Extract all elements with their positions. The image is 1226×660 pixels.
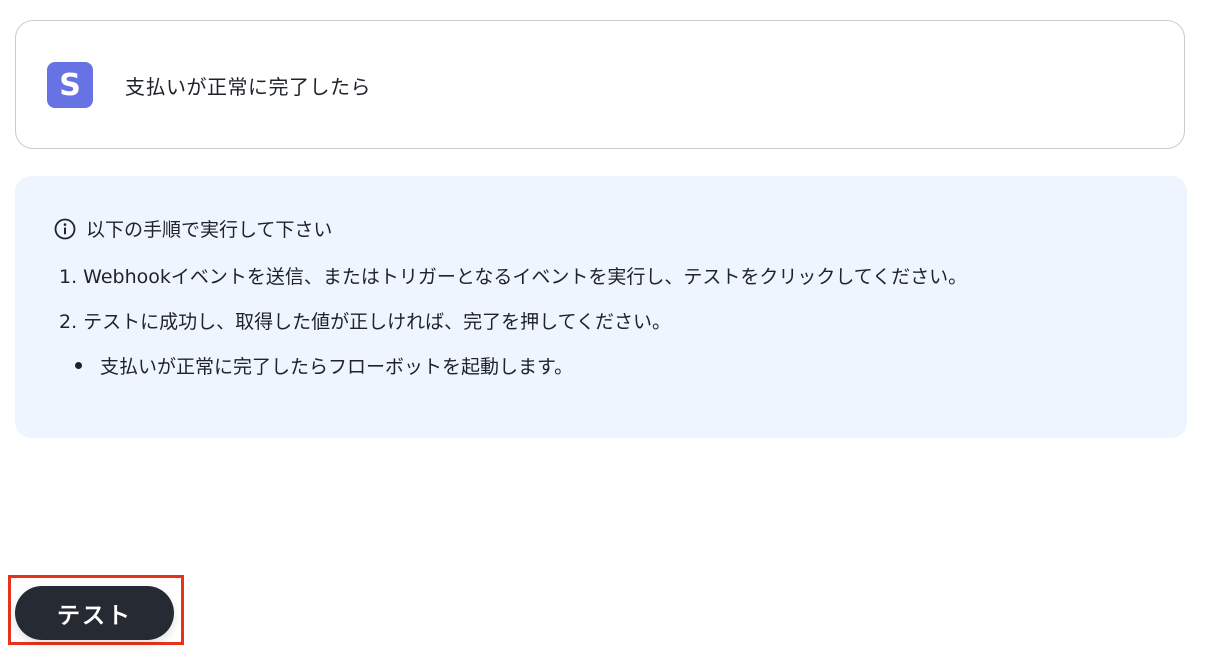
trigger-card[interactable]: S 支払いが正常に完了したら <box>15 20 1185 149</box>
instructions-heading: 以下の手順で実行して下さい <box>54 215 332 242</box>
instruction-bullet-text: 支払いが正常に完了したらフローボットを起動します。 <box>100 356 574 378</box>
instruction-step: 2. テストに成功し、取得した値が正しければ、完了を押してください。 <box>59 311 672 333</box>
info-icon <box>54 218 76 240</box>
instruction-step: 1. Webhookイベントを送信、またはトリガーとなるイベントを実行し、テスト… <box>59 266 968 288</box>
test-button[interactable]: テスト <box>15 586 174 640</box>
instruction-bullet: 支払いが正常に完了したらフローボットを起動します。 <box>75 352 573 379</box>
instructions-heading-text: 以下の手順で実行して下さい <box>86 219 333 241</box>
bullet-dot-icon <box>75 362 82 369</box>
stripe-app-icon: S <box>47 62 93 108</box>
trigger-title: 支払いが正常に完了したら <box>125 75 371 99</box>
instructions-panel: 以下の手順で実行して下さい 1. Webhookイベントを送信、またはトリガーと… <box>15 176 1187 438</box>
